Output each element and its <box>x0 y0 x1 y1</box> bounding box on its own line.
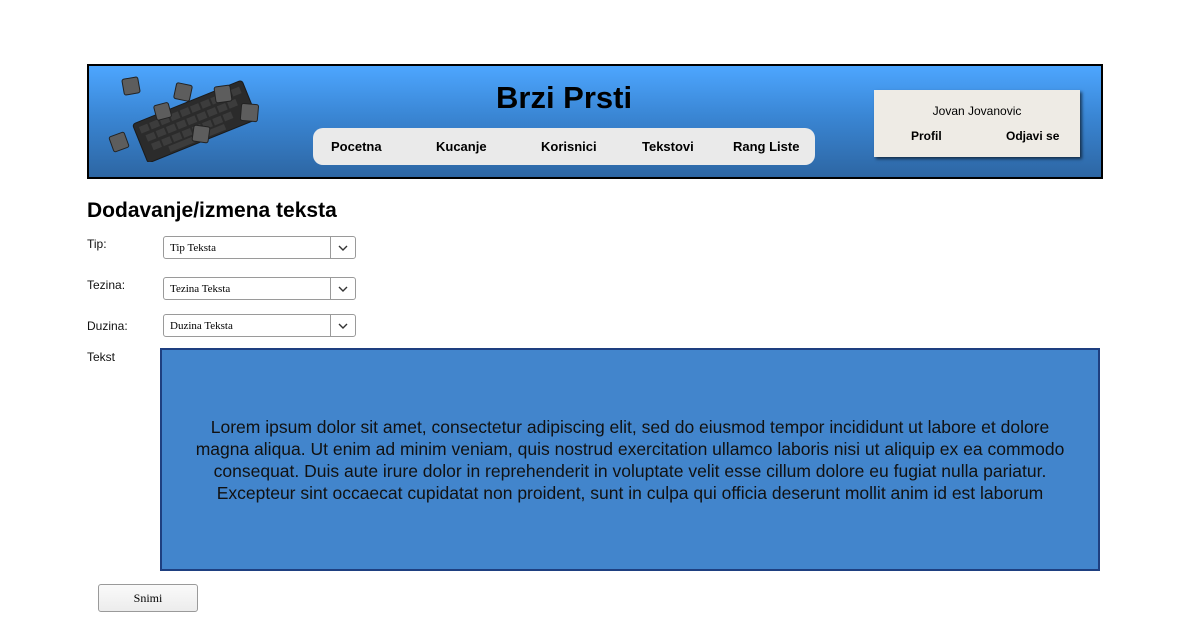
type-select[interactable]: Tip Teksta <box>163 236 356 259</box>
text-content: Lorem ipsum dolor sit amet, consectetur … <box>195 416 1065 503</box>
length-select[interactable]: Duzina Teksta <box>163 314 356 337</box>
length-label: Duzina: <box>87 319 128 333</box>
nav-item-korisnici[interactable]: Korisnici <box>541 139 597 154</box>
save-button[interactable]: Snimi <box>98 584 198 612</box>
difficulty-select-value: Tezina Teksta <box>170 283 231 295</box>
difficulty-select[interactable]: Tezina Teksta <box>163 277 356 300</box>
profile-link[interactable]: Profil <box>911 129 942 143</box>
chevron-down-icon <box>330 237 355 258</box>
chevron-down-icon <box>330 278 355 299</box>
site-header: Brzi Prsti Pocetna Kucanje Korisnici Tek… <box>87 64 1103 179</box>
keyboard-logo-icon <box>108 76 259 162</box>
nav-item-kucanje[interactable]: Kucanje <box>436 139 487 154</box>
main-nav: Pocetna Kucanje Korisnici Tekstovi Rang … <box>313 128 815 165</box>
logout-link[interactable]: Odjavi se <box>1006 129 1059 143</box>
text-label: Tekst <box>87 350 116 364</box>
length-select-value: Duzina Teksta <box>170 320 233 332</box>
user-name: Jovan Jovanovic <box>932 104 1022 118</box>
nav-item-rang-liste[interactable]: Rang Liste <box>733 139 799 154</box>
type-label: Tip: <box>87 237 107 251</box>
nav-item-pocetna[interactable]: Pocetna <box>331 139 382 154</box>
text-content-area[interactable]: Lorem ipsum dolor sit amet, consectetur … <box>160 348 1100 571</box>
user-panel: Jovan Jovanovic Profil Odjavi se <box>874 90 1080 157</box>
difficulty-label: Tezina: <box>87 278 126 292</box>
type-select-value: Tip Teksta <box>170 242 216 254</box>
chevron-down-icon <box>330 315 355 336</box>
nav-item-tekstovi[interactable]: Tekstovi <box>642 139 694 154</box>
site-title: Brzi Prsti <box>496 80 633 115</box>
page-title: Dodavanje/izmena teksta <box>87 199 337 222</box>
